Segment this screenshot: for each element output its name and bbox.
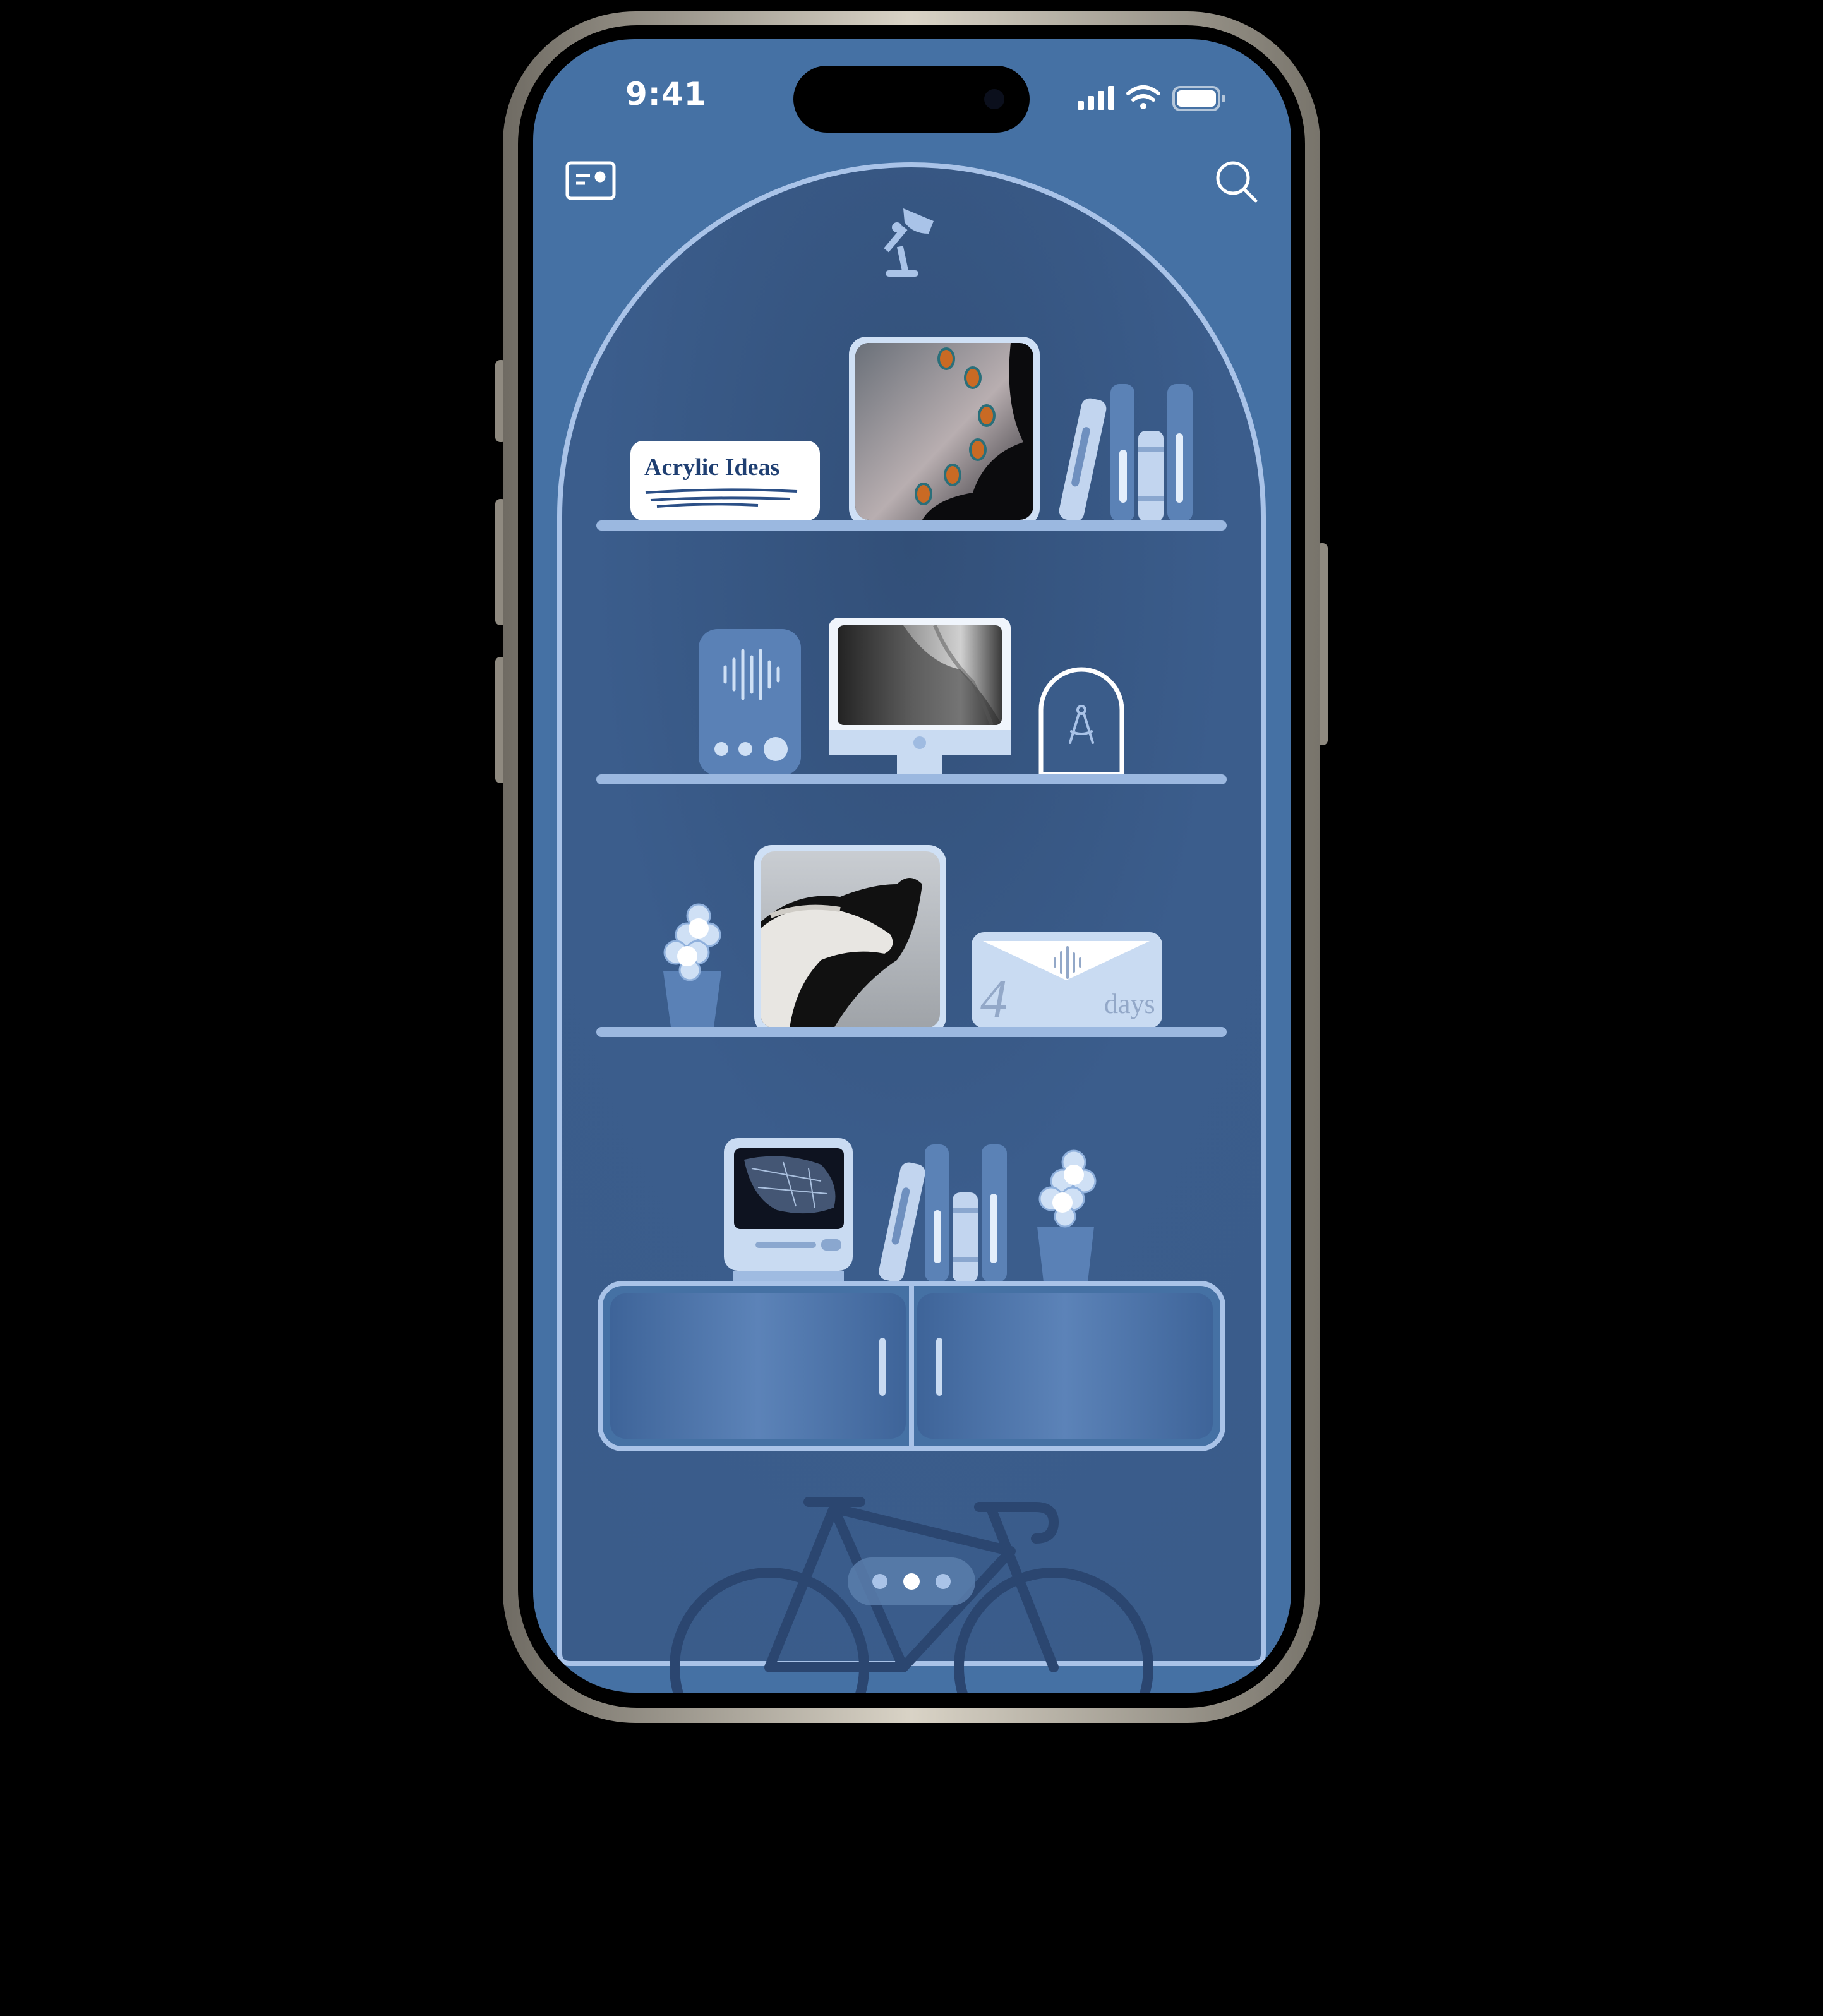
butterfly-photo-frame[interactable] xyxy=(849,337,1040,526)
shelf-board-1 xyxy=(596,520,1227,531)
cabinet xyxy=(598,1281,1225,1451)
page-dot-active[interactable] xyxy=(903,1573,920,1590)
horses-photo-frame[interactable] xyxy=(754,845,946,1035)
page-dot[interactable] xyxy=(936,1574,951,1589)
compass-arch-frame[interactable] xyxy=(1038,667,1124,777)
cabinet-handle-left[interactable] xyxy=(879,1338,886,1396)
monitor[interactable] xyxy=(829,618,1011,774)
cabinet-handle-right[interactable] xyxy=(936,1338,942,1396)
page-indicator[interactable] xyxy=(848,1557,975,1605)
countdown-unit: days xyxy=(1104,988,1155,1019)
retro-computer[interactable] xyxy=(724,1138,853,1283)
page-dot[interactable] xyxy=(872,1574,887,1589)
status-time: 9:41 xyxy=(625,76,707,112)
shelf-board-3 xyxy=(596,1027,1227,1037)
note-card-label: Acrylic Ideas xyxy=(644,454,780,481)
front-camera xyxy=(984,89,1004,109)
countdown-number: 4 xyxy=(980,968,1008,1029)
phone-mockup xyxy=(495,11,1328,1723)
audio-speaker[interactable] xyxy=(699,629,801,776)
shelf-board-2 xyxy=(596,774,1227,784)
